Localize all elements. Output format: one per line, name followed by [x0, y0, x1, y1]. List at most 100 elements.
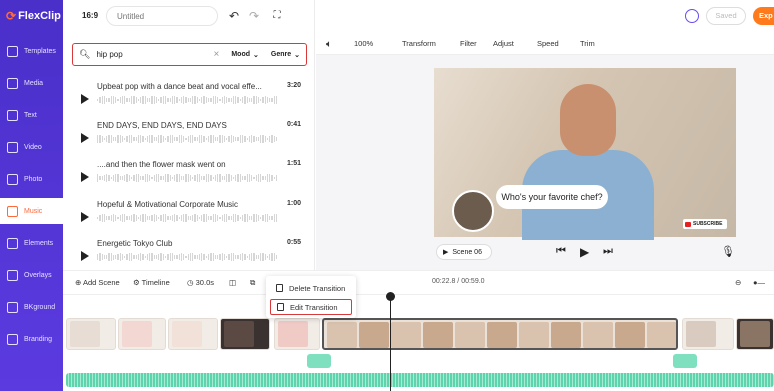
project-title-input[interactable] — [106, 6, 218, 26]
split-icon[interactable]: ◫ — [229, 278, 236, 287]
microphone-icon[interactable]: 🎙︎ — [721, 245, 735, 258]
playhead-handle[interactable] — [386, 292, 395, 301]
sidebar-item-elements[interactable]: Elements — [0, 230, 63, 256]
zoom-out-icon[interactable]: ⊖ — [735, 278, 741, 287]
track-waveform — [97, 135, 278, 143]
clip-thumbnail — [391, 322, 421, 348]
playhead[interactable] — [390, 294, 391, 391]
zoom-slider[interactable]: ●— — [753, 278, 765, 287]
sidebar-item-label: Text — [24, 111, 37, 119]
music-track-item[interactable]: END DAYS, END DAYS, END DAYS 0:41 — [77, 121, 305, 157]
scene-clip[interactable] — [66, 318, 116, 350]
sidebar-item-text[interactable]: Text — [0, 102, 63, 128]
track-name: Hopeful & Motivational Corporate Music — [97, 200, 238, 209]
scene-clip[interactable] — [274, 318, 320, 350]
play-icon[interactable] — [81, 172, 89, 182]
audio-clip[interactable] — [673, 354, 697, 368]
filter-button[interactable]: Filter — [460, 39, 477, 48]
subscribe-badge: SUBSCRIBE — [683, 219, 727, 229]
audio-clip[interactable] — [307, 354, 331, 368]
templates-icon — [7, 45, 18, 57]
app-logo[interactable]: ⟳ FlexClip — [6, 9, 61, 23]
music-track-item[interactable]: Upbeat pop with a dance beat and vocal e… — [77, 82, 305, 118]
photo-icon — [7, 173, 18, 185]
previous-icon[interactable]: ⏮ — [556, 245, 566, 258]
scene-clip[interactable] — [168, 318, 218, 350]
zoom-select[interactable]: 100% — [354, 39, 373, 48]
genre-dropdown[interactable]: Genre ⌄ — [271, 51, 300, 59]
scene-clip[interactable] — [118, 318, 166, 350]
selected-scene-clip[interactable] — [322, 318, 678, 350]
clock-icon: ◷ — [187, 278, 196, 287]
transform-button[interactable]: Transform — [402, 39, 436, 48]
track-name: END DAYS, END DAYS, END DAYS — [97, 121, 227, 130]
track-name: Upbeat pop with a dance beat and vocal e… — [97, 82, 262, 91]
export-button[interactable]: Exp — [753, 7, 774, 25]
media-icon — [7, 77, 18, 89]
overlays-icon — [7, 269, 18, 281]
redo-icon[interactable]: ↷ — [247, 9, 261, 23]
music-icon — [7, 205, 18, 217]
sidebar-item-templates[interactable]: Templates — [0, 38, 63, 64]
sidebar-item-media[interactable]: Media — [0, 70, 63, 96]
sidebar-item-label: Video — [24, 143, 42, 151]
clip-thumbnail — [551, 322, 581, 348]
sidebar-item-branding[interactable]: Branding — [0, 326, 63, 352]
sidebar-item-label: Overlays — [24, 271, 52, 279]
chevron-down-icon: ⌄ — [294, 51, 300, 59]
track-waveform — [97, 253, 278, 261]
search-icon: 🔍︎ — [79, 49, 91, 59]
sidebar-item-bkground[interactable]: BKground — [0, 294, 63, 320]
timeline-button[interactable]: ⚙ Timeline — [133, 278, 170, 287]
trim-button[interactable]: Trim — [580, 39, 595, 48]
play-icon[interactable] — [81, 133, 89, 143]
track-waveform — [97, 214, 278, 222]
adjust-button[interactable]: Adjust — [493, 39, 514, 48]
play-icon[interactable] — [81, 251, 89, 261]
clear-search-icon[interactable]: × — [214, 49, 220, 60]
duplicate-icon[interactable]: ⧉ — [250, 278, 255, 288]
delete-transition-item[interactable]: Delete Transition — [270, 280, 352, 296]
clip-thumbnail — [583, 322, 613, 348]
mood-dropdown[interactable]: Mood ⌄ — [231, 51, 259, 59]
track-duration: 3:20 — [286, 82, 301, 89]
clip-thumbnail — [327, 322, 357, 348]
fullscreen-icon[interactable]: ⛶ — [270, 9, 284, 23]
speed-button[interactable]: Speed — [537, 39, 559, 48]
speech-bubble[interactable]: Who's your favorite chef? — [496, 185, 608, 209]
scene-clip[interactable] — [682, 318, 734, 350]
play-icon[interactable]: ▶ — [580, 245, 589, 259]
sidebar-item-music[interactable]: Music — [0, 198, 63, 224]
music-search-bar[interactable]: 🔍︎ hip pop × Mood ⌄ Genre ⌄ — [72, 43, 307, 66]
music-track-waveform[interactable] — [66, 373, 774, 387]
transition-context-menu: Delete Transition Edit Transition — [266, 276, 356, 318]
sidebar-item-video[interactable]: Video — [0, 134, 63, 160]
aspect-ratio-button[interactable]: 16:9 — [82, 11, 98, 20]
music-track-item[interactable]: Hopeful & Motivational Corporate Music 1:… — [77, 200, 305, 236]
scene-clip[interactable] — [220, 318, 270, 350]
sidebar-item-photo[interactable]: Photo — [0, 166, 63, 192]
music-track-item[interactable]: ....and then the flower mask went on 1:51 — [77, 160, 305, 196]
add-scene-button[interactable]: ⊕ Add Scene — [75, 278, 120, 287]
duration-button[interactable]: ◷ 30.0s — [187, 278, 214, 287]
video-icon — [7, 141, 18, 153]
clip-thumbnail — [487, 322, 517, 348]
clip-thumbnail — [359, 322, 389, 348]
logo-mark-icon: ⟳ — [6, 9, 17, 23]
timeline-ruler — [63, 294, 774, 295]
scene-clip[interactable] — [736, 318, 774, 350]
search-input[interactable]: hip pop — [96, 50, 207, 59]
sidebar-item-label: BKground — [24, 303, 56, 311]
volume-icon[interactable]: 🔈︎ — [326, 39, 332, 50]
chat-support-icon[interactable] — [685, 9, 699, 23]
play-icon[interactable] — [81, 94, 89, 104]
next-icon[interactable]: ⏭ — [603, 245, 613, 258]
track-name: Energetic Tokyo Club — [97, 239, 173, 248]
undo-icon[interactable]: ↶ — [227, 9, 241, 23]
scene-button[interactable]: ▶ Scene 06 — [436, 244, 492, 260]
play-icon[interactable] — [81, 212, 89, 222]
clip-thumbnail — [519, 322, 549, 348]
edit-transition-item[interactable]: Edit Transition — [270, 299, 352, 315]
sidebar-item-overlays[interactable]: Overlays — [0, 262, 63, 288]
track-duration: 0:55 — [286, 239, 301, 246]
